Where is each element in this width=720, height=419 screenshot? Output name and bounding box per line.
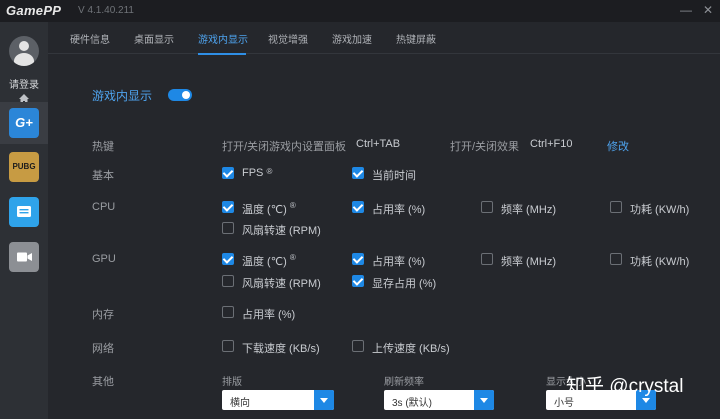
cpu-freq-label: 频率 (MHz)	[501, 204, 556, 216]
upload-speed-checkbox[interactable]	[352, 340, 364, 352]
tab-bar: 硬件信息 桌面显示 游戏内显示 视觉增强 游戏加速 热键屏蔽	[48, 22, 720, 55]
fps-label: FPS ®	[242, 167, 273, 179]
memory-usage-label: 占用率 (%)	[242, 309, 296, 321]
refresh-rate-select-value: 3s (默认)	[392, 398, 432, 409]
tab-hardware-info[interactable]: 硬件信息	[70, 31, 110, 46]
gpu-fan-label: 风扇转速 (RPM)	[242, 278, 321, 290]
app-logo: GamePP	[6, 3, 62, 18]
current-time-label: 当前时间	[372, 170, 416, 182]
camera-app-icon[interactable]	[9, 242, 39, 272]
zhihu-watermark: 知乎 @crystal	[566, 376, 684, 397]
gpu-vram-checkbox[interactable]	[352, 275, 364, 287]
cpu-temp-label: 温度 (℃) ®	[242, 201, 296, 216]
gpu-fan-checkbox[interactable]	[222, 275, 234, 287]
active-tab-underline	[198, 53, 246, 55]
chat-icon	[17, 206, 31, 217]
refresh-rate-label: 刷新频率	[384, 377, 424, 388]
close-button[interactable]: ✕	[700, 2, 716, 18]
cpu-fan-checkbox[interactable]	[222, 222, 234, 234]
gplus-app-icon[interactable]: G+	[9, 108, 39, 138]
basic-label: 基本	[92, 170, 114, 182]
effect-hotkey-value: Ctrl+F10	[530, 138, 573, 150]
layout-select-value: 横向	[230, 398, 250, 409]
cpu-usage-checkbox[interactable]	[352, 201, 364, 213]
network-label: 网络	[92, 343, 114, 355]
memory-usage-checkbox[interactable]	[222, 306, 234, 318]
chevron-down-icon	[314, 390, 334, 410]
hotkey-label: 热键	[92, 141, 114, 153]
tab-ingame-display[interactable]: 游戏内显示	[198, 31, 248, 46]
memory-label: 内存	[92, 309, 114, 321]
modify-hotkey-link[interactable]: 修改	[607, 138, 629, 154]
gpu-freq-checkbox[interactable]	[481, 253, 493, 265]
panel-hotkey-value: Ctrl+TAB	[356, 138, 401, 150]
tab-game-boost[interactable]: 游戏加速	[332, 31, 372, 46]
gpu-temp-label: 温度 (℃) ®	[242, 253, 296, 268]
fps-checkbox[interactable]	[222, 167, 234, 179]
gpu-freq-label: 频率 (MHz)	[501, 256, 556, 268]
chevron-down-icon	[474, 390, 494, 410]
panel-toggle-text: 打开/关闭游戏内设置面板	[222, 141, 347, 153]
cpu-power-checkbox[interactable]	[610, 201, 622, 213]
login-link[interactable]: 请登录	[0, 76, 48, 91]
refresh-rate-select[interactable]: 3s (默认)	[384, 390, 494, 410]
layout-select[interactable]: 横向	[222, 390, 334, 410]
gpu-label: GPU	[92, 253, 116, 265]
gpu-power-label: 功耗 (KW/h)	[630, 256, 690, 268]
download-speed-checkbox[interactable]	[222, 340, 234, 352]
minimize-button[interactable]: —	[678, 2, 694, 18]
current-time-checkbox[interactable]	[352, 167, 364, 179]
section-title: 游戏内显示	[92, 89, 153, 103]
gpu-usage-checkbox[interactable]	[352, 253, 364, 265]
video-camera-icon	[17, 252, 32, 262]
app-version: V 4.1.40.211	[78, 5, 134, 16]
ingame-display-toggle[interactable]	[168, 89, 192, 101]
sidebar: 请登录 G+ PUBG	[0, 22, 48, 419]
gpu-vram-label: 显存占用 (%)	[372, 278, 437, 290]
cpu-power-label: 功耗 (KW/h)	[630, 204, 690, 216]
tab-visual-enhance[interactable]: 视觉增强	[268, 31, 308, 46]
cpu-temp-checkbox[interactable]	[222, 201, 234, 213]
title-bar: GamePP V 4.1.40.211 — ✕	[0, 0, 720, 22]
message-app-icon[interactable]	[9, 197, 39, 227]
effect-toggle-text: 打开/关闭效果	[450, 141, 520, 153]
upload-speed-label: 上传速度 (KB/s)	[372, 343, 450, 355]
gpu-temp-checkbox[interactable]	[222, 253, 234, 265]
tab-desktop-display[interactable]: 桌面显示	[134, 31, 174, 46]
cpu-fan-label: 风扇转速 (RPM)	[242, 225, 321, 237]
layout-label: 排版	[222, 377, 242, 388]
gpu-power-checkbox[interactable]	[610, 253, 622, 265]
download-speed-label: 下载速度 (KB/s)	[242, 343, 320, 355]
avatar[interactable]	[9, 36, 39, 66]
gpu-usage-label: 占用率 (%)	[372, 256, 426, 268]
cpu-label: CPU	[92, 201, 116, 213]
other-label: 其他	[92, 376, 114, 388]
cpu-freq-checkbox[interactable]	[481, 201, 493, 213]
tab-hotkey-block[interactable]: 热键屏蔽	[396, 31, 436, 46]
pubg-app-icon[interactable]: PUBG	[9, 152, 39, 182]
cpu-usage-label: 占用率 (%)	[372, 204, 426, 216]
